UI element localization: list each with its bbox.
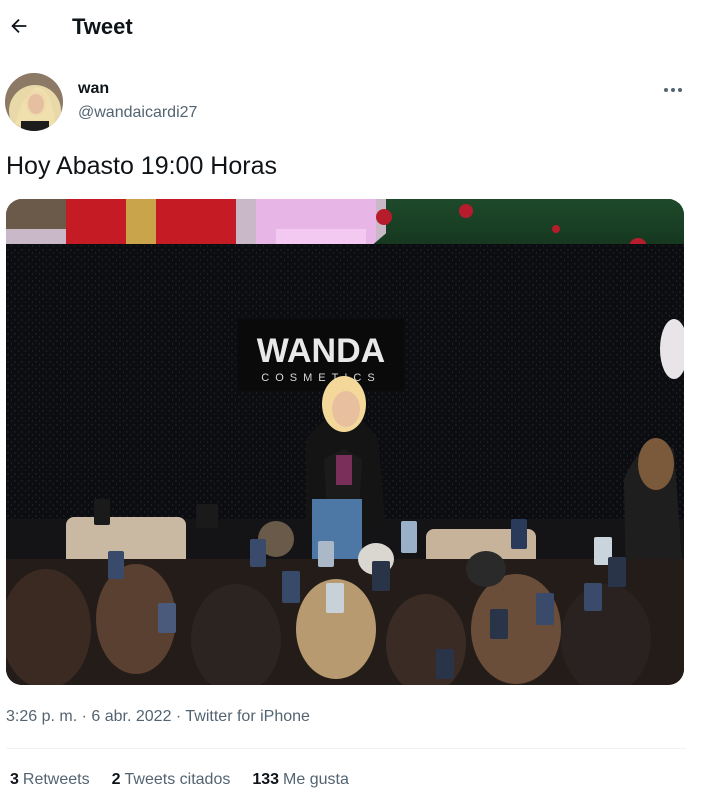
tweet-stats: 3 Retweets 2 Tweets citados 133 Me gusta [10,771,371,789]
back-button[interactable] [4,8,34,44]
avatar-photo [5,73,63,131]
retweets-stat[interactable]: 3 Retweets [10,771,90,789]
tweet-date[interactable]: 6 abr. 2022 [91,708,171,725]
event-photo: WANDA COSMETICS [6,199,684,685]
likes-count: 133 [252,771,280,788]
author-handle[interactable]: @wandaicardi27 [78,104,197,122]
quote-tweets-label: Tweets citados [124,771,231,788]
author-name[interactable]: wan [78,80,109,98]
banner-sub: COSMETICS [261,372,380,384]
banner-brand: WANDA [257,332,385,370]
tweet-photo[interactable]: WANDA COSMETICS [6,199,684,685]
tweet-time[interactable]: 3:26 p. m. [6,708,77,725]
meta-separator: · [81,708,87,725]
more-options-button[interactable] [660,80,686,100]
tweet-text: Hoy Abasto 19:00 Horas [6,152,277,180]
arrow-left-icon [11,18,27,34]
avatar[interactable] [5,73,63,131]
more-dots-icon [664,88,682,92]
quote-tweets-count: 2 [111,771,121,788]
tweet-source[interactable]: Twitter for iPhone [185,708,310,725]
likes-label: Me gusta [283,771,349,788]
likes-stat[interactable]: 133 Me gusta [252,771,349,789]
top-bar: Tweet [0,0,701,56]
meta-separator: · [175,708,182,725]
retweets-label: Retweets [22,771,90,788]
retweets-count: 3 [10,771,19,788]
tweet-meta: 3:26 p. m. · 6 abr. 2022 · Twitter for i… [6,708,310,726]
page-title: Tweet [72,14,133,39]
quote-tweets-stat[interactable]: 2 Tweets citados [112,771,231,789]
divider [6,748,686,749]
